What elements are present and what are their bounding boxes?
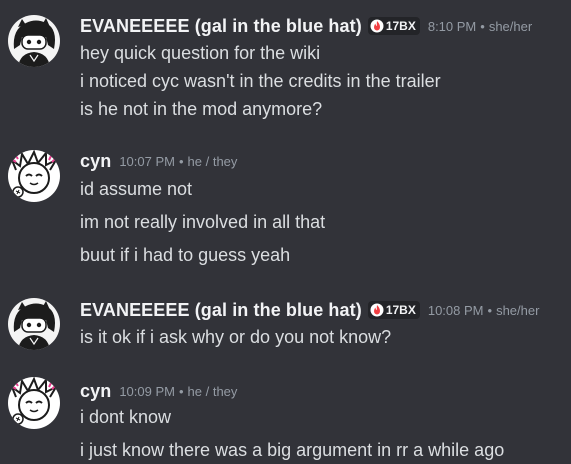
separator-dot: • [178, 153, 184, 169]
message-header: EVANEEEEE (gal in the blue hat) 17BX 10:… [80, 299, 539, 321]
message-header: cyn 10:09 PM • he / they [80, 380, 237, 402]
message-text[interactable]: hey quick question for the wiki [80, 41, 320, 65]
server-tag-badge[interactable]: 17BX [367, 301, 420, 319]
username[interactable]: EVANEEEEE (gal in the blue hat) [80, 300, 362, 321]
avatar[interactable] [8, 15, 60, 67]
message-text[interactable]: id assume not [80, 177, 192, 201]
separator-dot: • [480, 18, 485, 34]
message-header: cyn 10:07 PM • he / they [80, 150, 237, 172]
username[interactable]: cyn [80, 381, 111, 402]
badge-label: 17BX [385, 303, 416, 317]
avatar[interactable] [8, 377, 60, 429]
pronouns: she/her [496, 302, 540, 318]
dark-haired-character-avatar-icon [8, 15, 60, 67]
spiky-sketch-character-avatar-icon [8, 150, 60, 202]
message-text[interactable]: i just know there was a big argument in … [80, 438, 504, 462]
pronouns: she/her [488, 18, 533, 34]
username[interactable]: cyn [80, 151, 111, 172]
message-text[interactable]: i noticed cyc wasn't in the credits in t… [80, 69, 441, 93]
message-text[interactable]: is it ok if i ask why or do you not know… [80, 325, 391, 349]
timestamp[interactable]: 8:10 PM [428, 19, 476, 34]
pronouns: he / they [187, 153, 238, 169]
message-header: EVANEEEEE (gal in the blue hat) 17BX 8:1… [80, 15, 532, 37]
spiky-sketch-character-avatar-icon [8, 377, 60, 429]
message-text[interactable]: i dont know [80, 405, 171, 429]
avatar[interactable] [8, 150, 60, 202]
dark-haired-character-avatar-icon [8, 298, 60, 350]
message-text[interactable]: im not really involved in all that [80, 210, 325, 234]
username[interactable]: EVANEEEEE (gal in the blue hat) [80, 16, 362, 37]
separator-dot: • [487, 302, 493, 318]
timestamp[interactable]: 10:08 PM [428, 303, 484, 318]
message-text[interactable]: buut if i had to guess yeah [80, 243, 290, 267]
badge-label: 17BX [385, 19, 416, 33]
message-text[interactable]: is he not in the mod anymore? [80, 97, 322, 121]
timestamp[interactable]: 10:09 PM [119, 384, 175, 399]
timestamp[interactable]: 10:07 PM [119, 154, 175, 169]
avatar[interactable] [8, 298, 60, 350]
separator-dot: • [178, 383, 184, 399]
server-tag-badge[interactable]: 17BX [367, 17, 420, 35]
flame-icon [370, 303, 384, 317]
flame-icon [370, 19, 384, 33]
pronouns: he / they [187, 383, 238, 399]
